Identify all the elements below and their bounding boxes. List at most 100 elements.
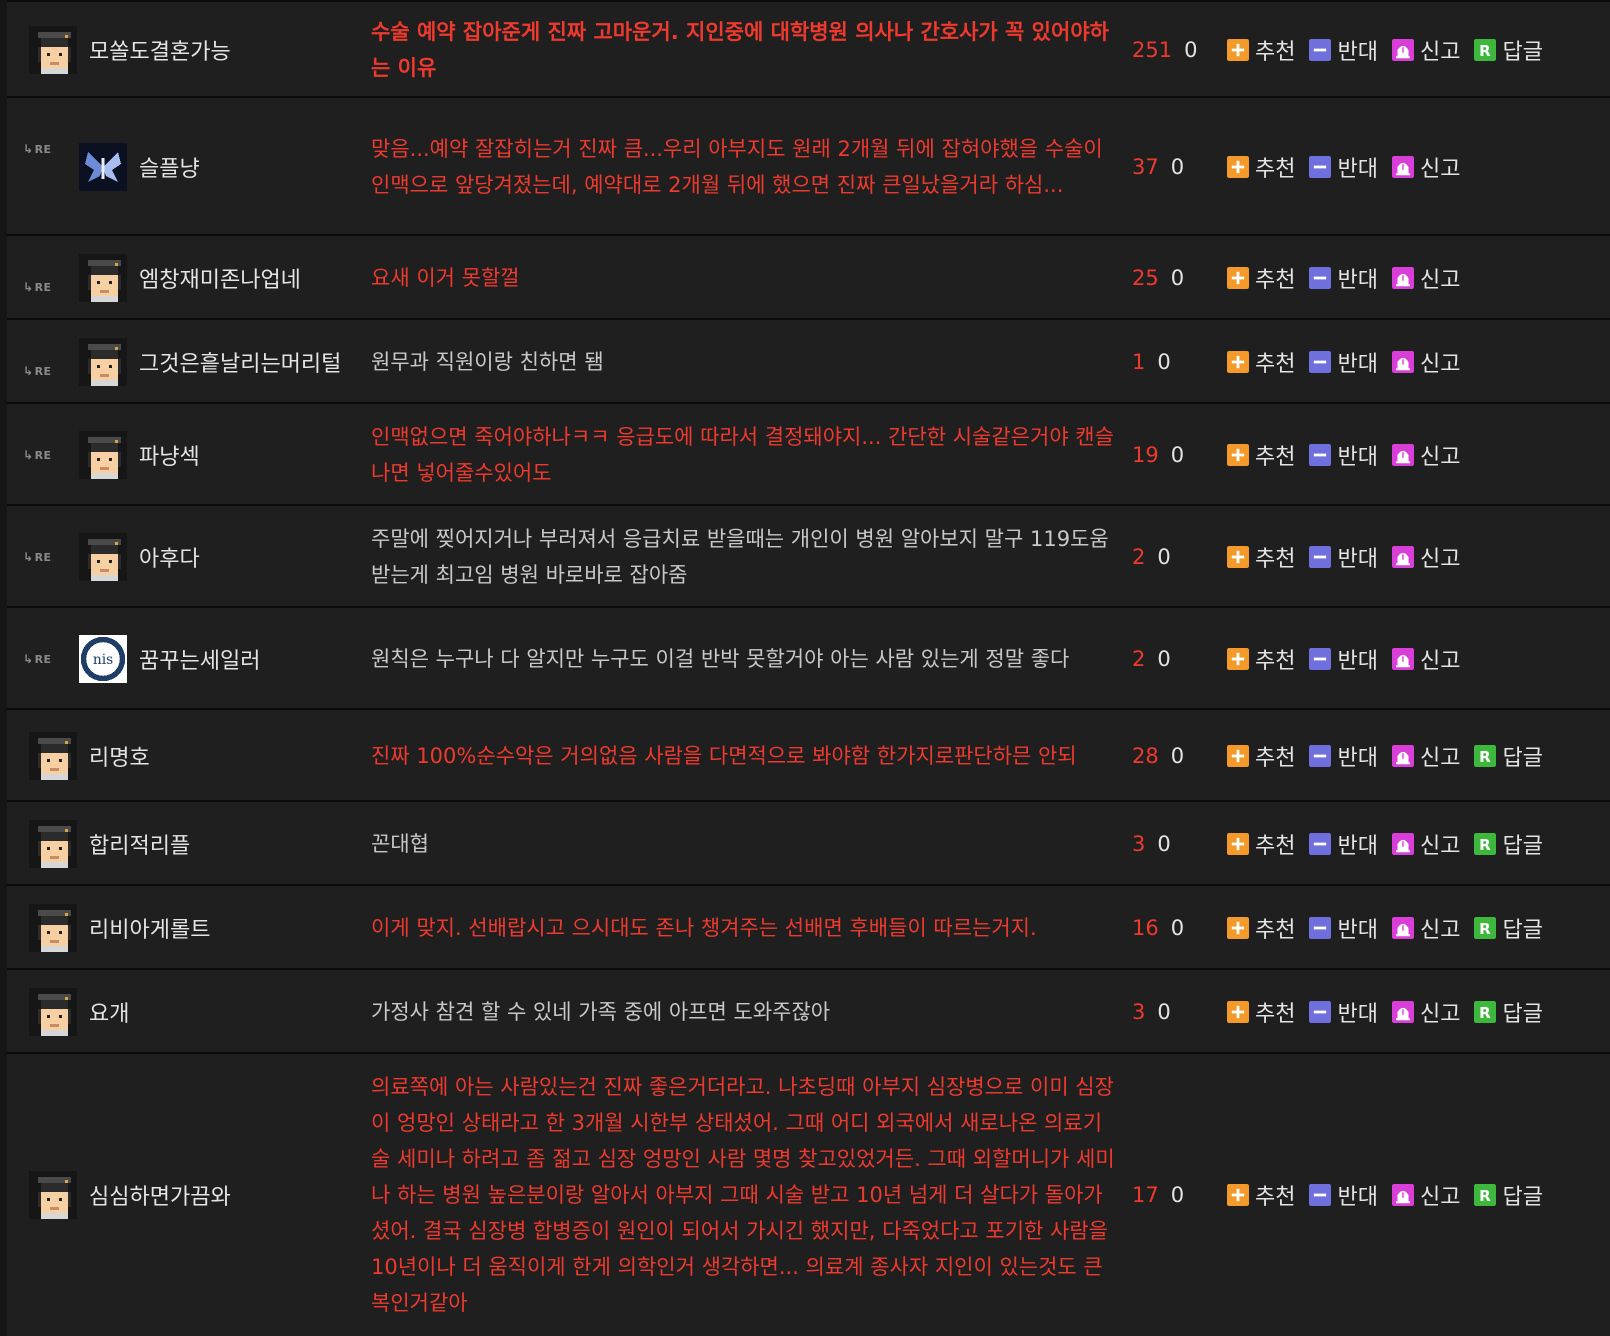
report-button[interactable]: 신고 [1391,262,1460,294]
downvote-button[interactable]: 반대 [1309,262,1378,294]
upvote-label: 추천 [1255,157,1296,182]
comment-actions: 추천 반대 신고 [1227,506,1474,608]
comment-actions: 추천 반대 신고 R 답글 [1227,802,1557,886]
report-button[interactable]: 신고 [1391,643,1460,675]
reply-arrow-icon: ↳ [23,364,34,378]
report-button[interactable]: 신고 [1391,151,1460,183]
comment-text: 요새 이거 못할껄 [371,266,520,290]
reply-button[interactable]: R 답글 [1474,34,1543,66]
upvote-button[interactable]: 추천 [1227,1179,1295,1211]
upvote-button[interactable]: 추천 [1227,541,1295,573]
report-button[interactable]: 신고 [1391,828,1460,860]
vote-counts: 16 0 [1132,886,1184,970]
author-name[interactable]: 꿈꾸는세일러 [139,643,260,675]
author-name[interactable]: 엠창재미존나업네 [139,262,301,294]
author-name[interactable]: 합리적리플 [89,828,190,860]
downvote-button[interactable]: 반대 [1309,34,1378,66]
reply-icon: R [1474,917,1497,939]
author-name[interactable]: 파냥섹 [139,439,200,471]
report-button[interactable]: 신고 [1391,439,1460,471]
comment-author[interactable]: 심심하면가끔와 [29,1054,231,1336]
reply-button[interactable]: R 답글 [1474,1179,1543,1211]
report-button[interactable]: 신고 [1391,1179,1461,1211]
upvote-count: 2 [1132,545,1146,569]
report-button[interactable]: 신고 [1391,912,1460,944]
downvote-button[interactable]: 반대 [1309,1179,1378,1211]
downvote-label: 반대 [1337,918,1378,943]
comment-author[interactable]: 그것은흩날리는머리털 [79,320,341,404]
comment-author[interactable]: 합리적리플 [29,802,190,886]
author-name[interactable]: 요개 [89,996,129,1028]
comment-actions: 추천 반대 신고 [1227,98,1474,236]
reply-arrow-icon: ↳ [23,142,34,156]
comment-author[interactable]: nis 꿈꾸는세일러 [79,608,260,710]
downvote-button[interactable]: 반대 [1309,643,1378,675]
comment-author[interactable]: 아후다 [79,506,200,608]
author-name[interactable]: 그것은흩날리는머리털 [139,346,341,378]
downvote-button[interactable]: 반대 [1309,912,1378,944]
author-name[interactable]: 아후다 [139,541,200,573]
comment-author[interactable]: 리비아게롤트 [29,886,210,970]
downvote-label: 반대 [1337,157,1378,182]
upvote-button[interactable]: 추천 [1227,643,1295,675]
downvote-button[interactable]: 반대 [1309,740,1378,772]
downvote-button[interactable]: 반대 [1309,828,1378,860]
upvote-count: 17 [1132,1183,1159,1207]
author-name[interactable]: 심심하면가끔와 [89,1179,231,1211]
comment-author[interactable]: 요개 [29,970,129,1054]
minus-icon [1309,444,1332,466]
downvote-count: 0 [1184,38,1198,62]
report-button[interactable]: 신고 [1391,34,1460,66]
upvote-button[interactable]: 추천 [1227,439,1295,471]
comment-body: 요새 이거 못할껄 [371,236,1119,320]
downvote-button[interactable]: 반대 [1309,346,1378,378]
grad-cap-icon [29,1171,77,1219]
downvote-label: 반대 [1337,40,1378,65]
upvote-label: 추천 [1255,834,1296,859]
report-button[interactable]: 신고 [1391,541,1460,573]
downvote-button[interactable]: 반대 [1309,151,1378,183]
minus-icon [1309,1184,1332,1206]
upvote-button[interactable]: 추천 [1227,151,1295,183]
author-name[interactable]: 모쏠도결혼가능 [89,34,231,66]
report-label: 신고 [1419,352,1461,377]
reply-label: 답글 [1502,40,1543,65]
author-name[interactable]: 리명호 [89,740,150,772]
comment-author[interactable]: 엠창재미존나업네 [79,236,301,320]
upvote-button[interactable]: 추천 [1227,34,1295,66]
upvote-button[interactable]: 추천 [1227,262,1295,294]
comment-body: 인맥없으면 죽어야하나ㅋㅋ 응급도에 따라서 결정돼야지... 간단한 시술같은… [371,404,1119,506]
reply-button[interactable]: R 답글 [1474,996,1543,1028]
downvote-label: 반대 [1337,445,1378,470]
comment-author[interactable]: 슬플냥 [79,98,200,236]
reply-button[interactable]: R 답글 [1474,828,1543,860]
reply-button[interactable]: R 답글 [1474,740,1543,772]
comment-body: 이게 맞지. 선배랍시고 으시대도 존나 챙겨주는 선배면 후배들이 따르는거지… [371,886,1119,970]
author-name[interactable]: 슬플냥 [139,151,200,183]
downvote-button[interactable]: 반대 [1309,439,1378,471]
downvote-button[interactable]: 반대 [1309,996,1378,1028]
upvote-button[interactable]: 추천 [1227,912,1295,944]
report-label: 신고 [1419,1185,1461,1210]
report-button[interactable]: 신고 [1391,740,1460,772]
upvote-button[interactable]: 추천 [1227,828,1295,860]
comment-author[interactable]: 모쏠도결혼가능 [29,2,231,98]
author-name[interactable]: 리비아게롤트 [89,912,210,944]
upvote-button[interactable]: 추천 [1227,346,1295,378]
report-icon [1391,1001,1414,1023]
reply-label: 답글 [1502,746,1543,771]
upvote-count: 19 [1132,443,1159,467]
reply-icon: R [1474,1001,1497,1023]
reply-comment-row: ↳RE 슬플냥 맞음...예약 잘잡히는거 진짜 큼...우리 아부지도 원래 2개… [7,96,1610,236]
minus-icon [1309,745,1332,767]
comment-author[interactable]: 파냥섹 [79,404,200,506]
downvote-label: 반대 [1337,834,1378,859]
comment-author[interactable]: 리명호 [29,710,150,802]
downvote-button[interactable]: 반대 [1309,541,1378,573]
report-button[interactable]: 신고 [1391,996,1460,1028]
upvote-button[interactable]: 추천 [1227,996,1295,1028]
report-button[interactable]: 신고 [1391,346,1461,378]
upvote-button[interactable]: 추천 [1227,740,1295,772]
reply-button[interactable]: R 답글 [1474,912,1543,944]
report-icon [1391,351,1414,373]
